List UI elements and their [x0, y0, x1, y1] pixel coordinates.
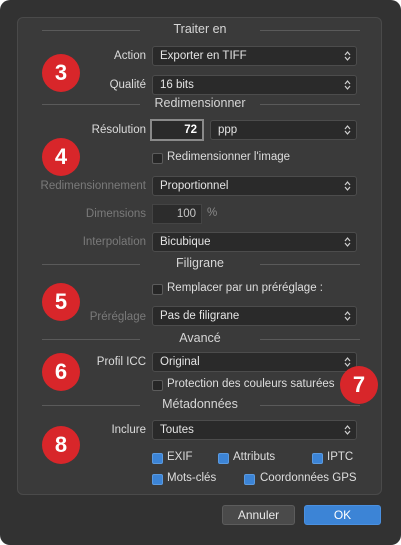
interpolation-value: Bicubique [160, 236, 211, 248]
section-title-metadonnees: Métadonnées [162, 397, 238, 411]
step-badge-7: 7 [340, 366, 378, 404]
action-select[interactable]: Exporter en TIFF [152, 46, 357, 66]
preset-label: Préréglage [89, 311, 146, 323]
resolution-label: Résolution [91, 124, 146, 136]
section-divider [260, 264, 360, 265]
section-divider [42, 30, 140, 31]
section-divider [260, 30, 360, 31]
exif-checkbox[interactable] [152, 453, 163, 464]
qualite-select-value: 16 bits [160, 79, 194, 91]
motscles-checkbox[interactable] [152, 474, 163, 485]
section-divider [42, 405, 140, 406]
select-arrows-icon [344, 181, 351, 191]
section-title-filigrane: Filigrane [176, 256, 224, 270]
include-value: Toutes [160, 424, 194, 436]
section-divider [260, 405, 360, 406]
resolution-input[interactable]: 72 [150, 119, 204, 141]
cancel-button[interactable]: Annuler [222, 505, 295, 525]
select-arrows-icon [344, 51, 351, 61]
ok-button[interactable]: OK [304, 505, 381, 525]
section-title-redimensionner: Redimensionner [154, 96, 246, 110]
select-arrows-icon [344, 125, 351, 135]
protect-colors-checkbox[interactable] [152, 380, 163, 391]
preset-value: Pas de filigrane [160, 310, 240, 322]
resolution-unit-value: ppp [218, 124, 238, 136]
motscles-label: Mots-clés [167, 472, 217, 484]
export-dialog: Traiter en 3 Action Exporter en TIFF Qua… [0, 0, 401, 545]
resize-image-checkbox[interactable] [152, 153, 163, 164]
qualite-select[interactable]: 16 bits [152, 75, 357, 95]
dimensions-unit: % [207, 207, 218, 219]
gps-checkbox[interactable] [244, 474, 255, 485]
exif-label: EXIF [167, 451, 193, 463]
resolution-unit-select[interactable]: ppp [210, 120, 357, 140]
iptc-label: IPTC [327, 451, 354, 463]
attributs-checkbox[interactable] [218, 453, 229, 464]
resize-mode-select[interactable]: Proportionnel [152, 176, 357, 196]
icc-profile-value: Original [160, 356, 200, 368]
attributs-label: Attributs [233, 451, 276, 463]
qualite-label: Qualité [109, 79, 146, 91]
preset-select[interactable]: Pas de filigrane [152, 306, 357, 326]
interpolation-label: Interpolation [82, 236, 146, 248]
select-arrows-icon [344, 80, 351, 90]
icc-profile-label: Profil ICC [96, 356, 146, 368]
iptc-checkbox[interactable] [312, 453, 323, 464]
action-select-value: Exporter en TIFF [160, 50, 247, 62]
replace-preset-checkbox[interactable] [152, 284, 163, 295]
section-divider [42, 264, 140, 265]
section-divider [42, 339, 140, 340]
include-label: Inclure [111, 424, 146, 436]
replace-preset-label: Remplacer par un préréglage : [167, 282, 323, 294]
section-title-avance: Avancé [179, 331, 221, 345]
section-divider [260, 104, 360, 105]
include-select[interactable]: Toutes [152, 420, 357, 440]
section-divider [260, 339, 360, 340]
icc-profile-select[interactable]: Original [152, 352, 357, 372]
resize-mode-label: Redimensionnement [40, 180, 146, 192]
select-arrows-icon [344, 425, 351, 435]
action-label: Action [114, 50, 146, 62]
select-arrows-icon [344, 237, 351, 247]
gps-label: Coordonnées GPS [260, 472, 357, 484]
protect-colors-label: Protection des couleurs saturées [167, 378, 335, 390]
interpolation-select[interactable]: Bicubique [152, 232, 357, 252]
dimensions-label: Dimensions [85, 208, 146, 220]
section-divider [42, 104, 140, 105]
resize-image-label: Redimensionner l'image [167, 151, 291, 163]
resize-mode-value: Proportionnel [160, 180, 229, 192]
step-badge-4: 4 [42, 138, 80, 176]
section-title-traiter: Traiter en [173, 22, 227, 36]
select-arrows-icon [344, 357, 351, 367]
dimensions-input[interactable]: 100 [152, 204, 202, 224]
select-arrows-icon [344, 311, 351, 321]
